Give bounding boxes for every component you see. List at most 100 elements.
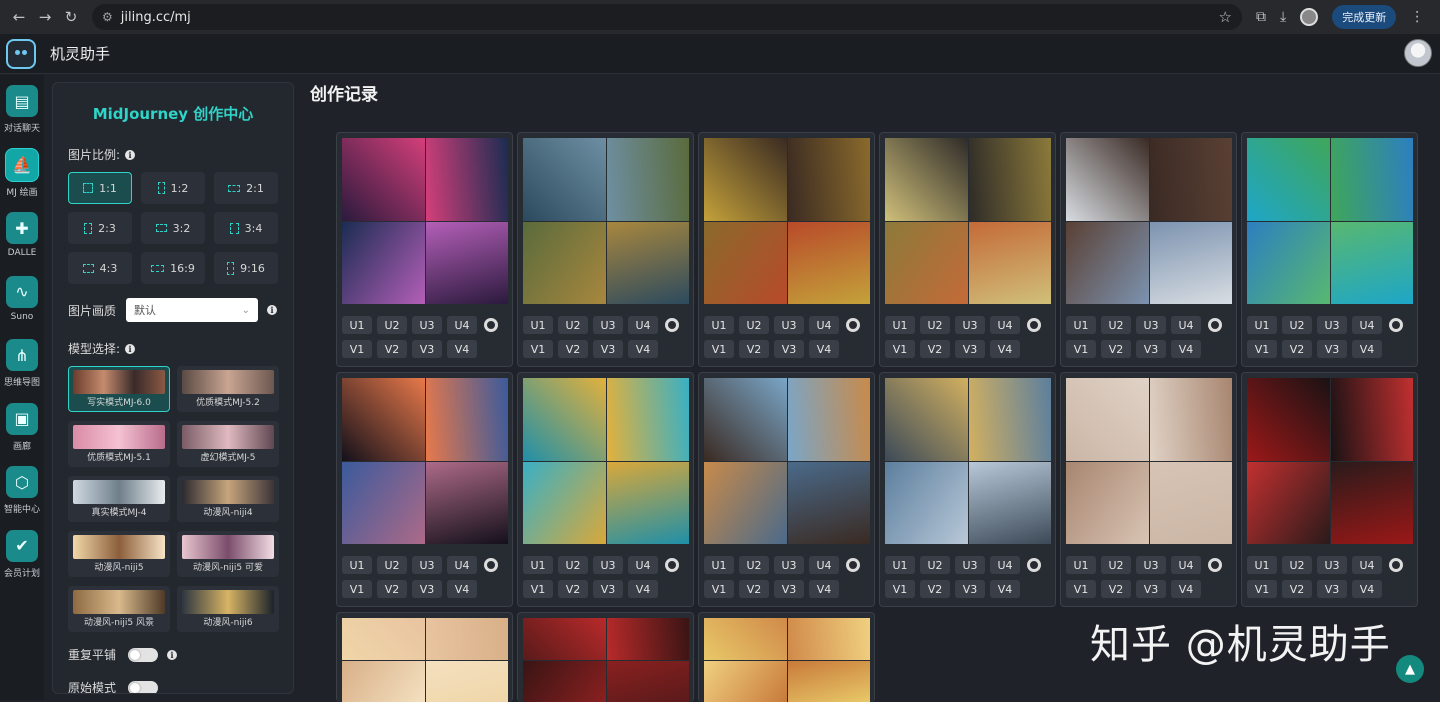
generated-image-grid[interactable] [704, 378, 870, 544]
variation-button[interactable]: V3 [774, 340, 804, 358]
info-icon[interactable]: i [167, 650, 177, 660]
upscale-button[interactable]: U2 [920, 316, 950, 334]
variation-button[interactable]: V4 [990, 580, 1020, 598]
generated-image-grid[interactable] [704, 618, 870, 702]
variation-button[interactable]: V3 [774, 580, 804, 598]
upscale-button[interactable]: U3 [1136, 316, 1166, 334]
variation-button[interactable]: V2 [1101, 580, 1131, 598]
upscale-button[interactable]: U3 [593, 556, 623, 574]
rail-item[interactable]: ✔会员计划 [0, 520, 44, 584]
variation-button[interactable]: V1 [1066, 580, 1096, 598]
upscale-button[interactable]: U2 [558, 316, 588, 334]
upscale-button[interactable]: U4 [447, 316, 477, 334]
upscale-button[interactable]: U3 [955, 556, 985, 574]
update-button[interactable]: 完成更新 [1332, 5, 1396, 29]
variation-button[interactable]: V2 [739, 340, 769, 358]
upscale-button[interactable]: U1 [885, 316, 915, 334]
back-button[interactable]: ← [8, 6, 30, 28]
variation-button[interactable]: V2 [377, 340, 407, 358]
generated-image-grid[interactable] [523, 618, 689, 702]
variation-button[interactable]: V3 [955, 580, 985, 598]
generated-image-grid[interactable] [704, 138, 870, 304]
variation-button[interactable]: V4 [809, 340, 839, 358]
info-icon[interactable]: i [125, 344, 135, 354]
model-option[interactable]: 虚幻模式MJ-5 [177, 421, 279, 467]
upscale-button[interactable]: U3 [955, 316, 985, 334]
upscale-button[interactable]: U3 [593, 316, 623, 334]
ratio-option[interactable]: 4:3 [68, 252, 132, 284]
variation-button[interactable]: V4 [447, 580, 477, 598]
rail-item[interactable]: ▤对话聊天 [0, 75, 44, 139]
model-option[interactable]: 动漫风-niji5 风景 [68, 586, 170, 632]
extensions-icon[interactable]: ⧉ [1256, 9, 1266, 25]
variation-button[interactable]: V4 [1171, 340, 1201, 358]
upscale-button[interactable]: U2 [739, 316, 769, 334]
reroll-icon[interactable] [484, 318, 498, 332]
variation-button[interactable]: V1 [885, 580, 915, 598]
upscale-button[interactable]: U4 [447, 556, 477, 574]
variation-button[interactable]: V4 [1352, 340, 1382, 358]
ratio-option[interactable]: 1:2 [141, 172, 205, 204]
variation-button[interactable]: V1 [523, 340, 553, 358]
reroll-icon[interactable] [1027, 318, 1041, 332]
variation-button[interactable]: V3 [955, 340, 985, 358]
variation-button[interactable]: V1 [704, 580, 734, 598]
variation-button[interactable]: V4 [990, 340, 1020, 358]
rail-item[interactable]: ▣画廊 [0, 393, 44, 457]
upscale-button[interactable]: U2 [739, 556, 769, 574]
info-icon[interactable]: i [267, 305, 277, 315]
tile-toggle[interactable] [128, 648, 158, 662]
generated-image-grid[interactable] [1066, 378, 1232, 544]
reroll-icon[interactable] [1027, 558, 1041, 572]
upscale-button[interactable]: U3 [774, 316, 804, 334]
upscale-button[interactable]: U2 [1282, 556, 1312, 574]
generated-image-grid[interactable] [1247, 138, 1413, 304]
upscale-button[interactable]: U4 [990, 316, 1020, 334]
reroll-icon[interactable] [1208, 318, 1222, 332]
upscale-button[interactable]: U1 [342, 316, 372, 334]
raw-toggle[interactable] [128, 681, 158, 695]
variation-button[interactable]: V4 [1352, 580, 1382, 598]
reroll-icon[interactable] [1389, 558, 1403, 572]
upscale-button[interactable]: U2 [558, 556, 588, 574]
variation-button[interactable]: V3 [593, 580, 623, 598]
variation-button[interactable]: V4 [628, 580, 658, 598]
variation-button[interactable]: V4 [809, 580, 839, 598]
upscale-button[interactable]: U4 [1352, 316, 1382, 334]
variation-button[interactable]: V1 [1247, 580, 1277, 598]
upscale-button[interactable]: U1 [342, 556, 372, 574]
variation-button[interactable]: V1 [885, 340, 915, 358]
upscale-button[interactable]: U1 [1066, 556, 1096, 574]
user-avatar[interactable] [1404, 39, 1432, 67]
variation-button[interactable]: V1 [1066, 340, 1096, 358]
rail-item[interactable]: ⛵MJ 绘画 [0, 139, 44, 203]
quality-select[interactable]: 默认 ⌄ [126, 298, 258, 322]
variation-button[interactable]: V2 [739, 580, 769, 598]
model-option[interactable]: 动漫风-niji5 可爱 [177, 531, 279, 577]
variation-button[interactable]: V2 [920, 340, 950, 358]
rail-item[interactable]: ⬡智能中心 [0, 456, 44, 520]
upscale-button[interactable]: U2 [377, 556, 407, 574]
variation-button[interactable]: V3 [1136, 580, 1166, 598]
ratio-option[interactable]: 3:4 [214, 212, 278, 244]
variation-button[interactable]: V3 [412, 340, 442, 358]
upscale-button[interactable]: U1 [1247, 316, 1277, 334]
reroll-icon[interactable] [1208, 558, 1222, 572]
upscale-button[interactable]: U3 [1317, 316, 1347, 334]
generated-image-grid[interactable] [523, 138, 689, 304]
upscale-button[interactable]: U1 [1066, 316, 1096, 334]
variation-button[interactable]: V2 [1282, 580, 1312, 598]
reroll-icon[interactable] [484, 558, 498, 572]
variation-button[interactable]: V2 [558, 340, 588, 358]
upscale-button[interactable]: U1 [885, 556, 915, 574]
upscale-button[interactable]: U4 [809, 556, 839, 574]
upscale-button[interactable]: U4 [809, 316, 839, 334]
generated-image-grid[interactable] [342, 378, 508, 544]
upscale-button[interactable]: U4 [1352, 556, 1382, 574]
model-option[interactable]: 优质模式MJ-5.1 [68, 421, 170, 467]
generated-image-grid[interactable] [1247, 378, 1413, 544]
generated-image-grid[interactable] [885, 378, 1051, 544]
variation-button[interactable]: V1 [523, 580, 553, 598]
ratio-option[interactable]: 2:3 [68, 212, 132, 244]
variation-button[interactable]: V3 [412, 580, 442, 598]
